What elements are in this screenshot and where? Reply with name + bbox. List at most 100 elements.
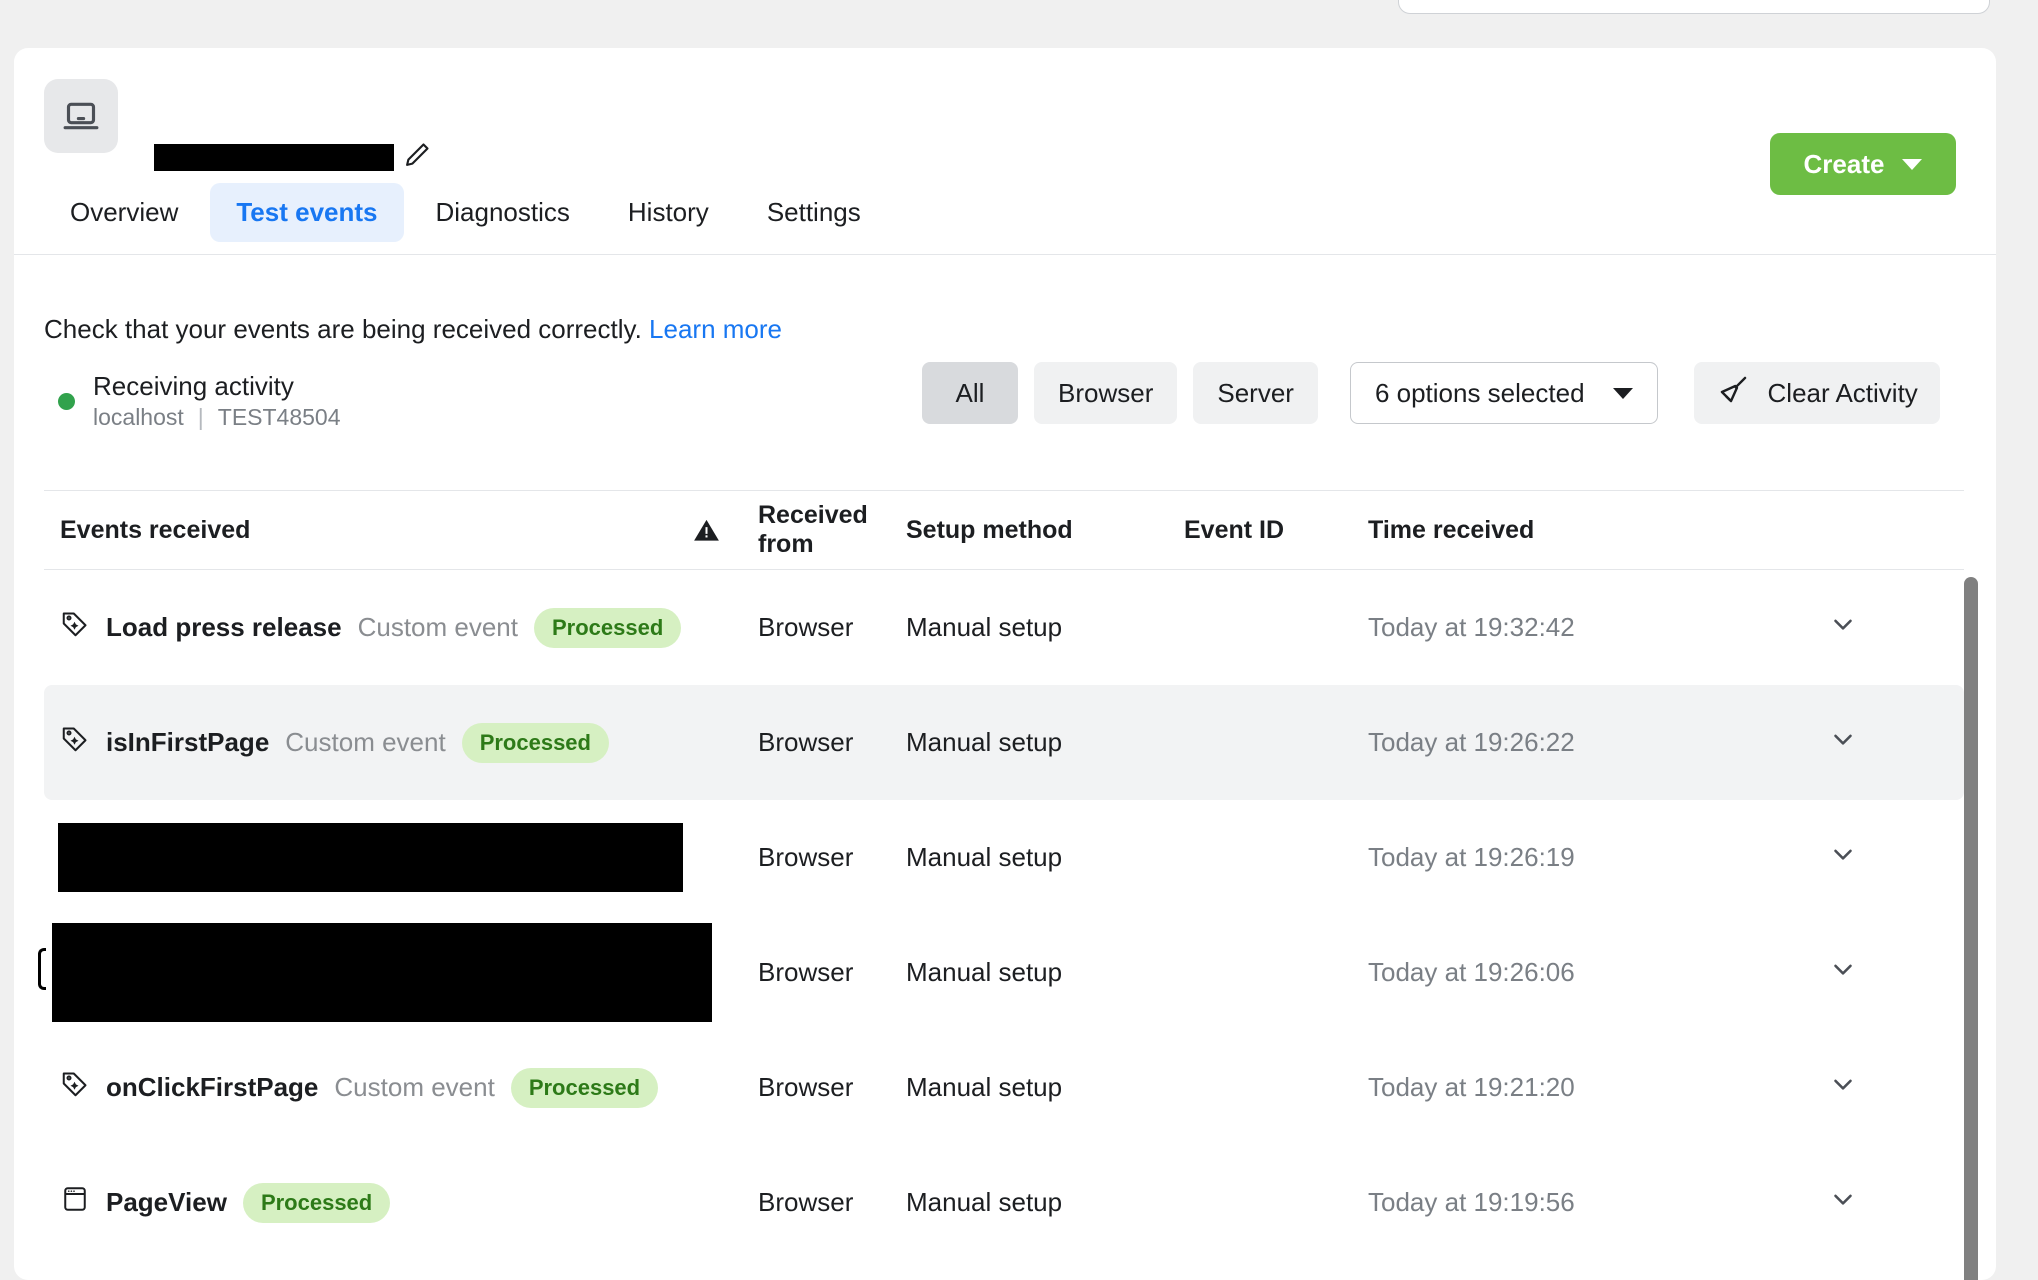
event-name-cell: onClickFirstPage Custom event Processed: [44, 1067, 659, 1108]
status-badge: Processed: [510, 1067, 659, 1108]
setup-method-value: Manual setup: [906, 957, 1063, 987]
time-received-value: Today at 19:21:20: [1368, 1072, 1575, 1102]
chevron-down-icon[interactable]: [1828, 839, 1858, 876]
options-select-dropdown[interactable]: 6 options selected: [1349, 362, 1658, 424]
received-from-value: Browser: [758, 842, 854, 872]
time-received-value: Today at 19:19:56: [1368, 1187, 1575, 1217]
time-received-value: Today at 19:26:19: [1368, 842, 1575, 872]
row-expand-toggle[interactable]: [1788, 839, 1964, 876]
received-from-value: Browser: [758, 957, 854, 987]
chevron-down-icon[interactable]: [1828, 1184, 1858, 1221]
event-name-cell: Load press release Custom event Processed: [44, 607, 682, 648]
card-header: Create Overview Test events Diagnostics …: [14, 48, 1996, 255]
time-received-value: Today at 19:26:06: [1368, 957, 1575, 987]
received-from-value: Browser: [758, 1072, 854, 1102]
row-expand-toggle[interactable]: [1788, 1069, 1964, 1106]
tab-settings[interactable]: Settings: [741, 183, 887, 242]
event-name-redacted: [52, 923, 712, 1022]
header-time-received: Time received: [1368, 515, 1535, 544]
table-row[interactable]: isInFirstPage Custom event Processed Browse…: [44, 685, 1964, 800]
header-received-from-line1: Received: [758, 500, 868, 529]
status-badge: Processed: [533, 607, 682, 648]
clear-activity-label: Clear Activity: [1767, 377, 1918, 408]
event-name: isInFirstPage: [106, 727, 270, 757]
warning-triangle-icon: [654, 517, 758, 544]
event-name-cell: [44, 823, 683, 892]
tag-icon: [60, 724, 90, 761]
event-name-redacted: [58, 823, 683, 892]
event-type: Custom event: [334, 1072, 495, 1102]
chevron-down-icon[interactable]: [1828, 1069, 1858, 1106]
tab-overview[interactable]: Overview: [44, 183, 204, 242]
chevron-down-icon[interactable]: [1828, 724, 1858, 761]
tab-test-events[interactable]: Test events: [210, 183, 404, 242]
event-name-cell: PageView Processed: [44, 1182, 654, 1223]
filter-server-button[interactable]: Server: [1193, 362, 1318, 424]
partial-card-above: [1398, 0, 1990, 14]
chevron-down-icon[interactable]: [1828, 954, 1858, 991]
event-type: Custom event: [357, 612, 518, 642]
event-name: PageView: [106, 1187, 227, 1217]
header-setup-method: Setup method: [906, 515, 1073, 544]
table-row[interactable]: Browser Manual setup Today at 19:26:06: [38, 915, 1964, 1030]
clear-activity-button[interactable]: Clear Activity: [1693, 362, 1940, 424]
pencil-icon[interactable]: [402, 140, 432, 170]
intro-sentence: Check that your events are being receive…: [44, 314, 642, 344]
event-name: Load press release: [106, 612, 342, 642]
tab-bar: Overview Test events Diagnostics History…: [44, 183, 887, 242]
chevron-down-icon: [1902, 158, 1923, 170]
setup-method-value: Manual setup: [906, 842, 1063, 872]
event-type: Custom event: [285, 727, 446, 757]
time-received-value: Today at 19:32:42: [1368, 612, 1575, 642]
row-expand-toggle[interactable]: [1788, 1184, 1964, 1221]
received-from-value: Browser: [758, 612, 854, 642]
options-select-value: 6 options selected: [1374, 377, 1585, 408]
status-subtitle: localhost | TEST48504: [93, 403, 341, 432]
vertical-scrollbar[interactable]: [1964, 577, 1978, 1280]
tag-icon: [60, 1069, 90, 1106]
header-events-received: Events received: [60, 515, 251, 544]
table-header-row: Events received Received from Setup meth…: [44, 490, 1964, 570]
header-received-from-line2: from: [758, 530, 814, 558]
tab-diagnostics[interactable]: Diagnostics: [410, 183, 596, 242]
setup-method-value: Manual setup: [906, 612, 1063, 642]
filter-controls: All Browser Server 6 options selected Cl…: [922, 362, 1940, 424]
page-background-strip: [0, 0, 2038, 28]
events-table: Events received Received from Setup meth…: [38, 490, 1964, 1260]
table-row[interactable]: PageView Processed Browser Manual setup Toda…: [44, 1145, 1964, 1260]
status-dot-icon: [58, 392, 75, 410]
table-row[interactable]: Browser Manual setup Today at 19:26:19: [44, 800, 1964, 915]
table-row[interactable]: onClickFirstPage Custom event Processed Bro…: [44, 1030, 1964, 1145]
status-source: localhost: [93, 404, 184, 431]
tag-icon: [60, 609, 90, 646]
setup-method-value: Manual setup: [906, 1187, 1063, 1217]
tab-history[interactable]: History: [602, 183, 735, 242]
row-expand-toggle[interactable]: [1788, 724, 1964, 761]
filter-browser-button[interactable]: Browser: [1034, 362, 1178, 424]
received-from-value: Browser: [758, 727, 854, 757]
test-events-card: Create Overview Test events Diagnostics …: [14, 48, 1996, 1280]
status-title: Receiving activity: [93, 371, 294, 401]
laptop-icon: [44, 79, 118, 153]
chevron-down-icon[interactable]: [1828, 609, 1858, 646]
table-row[interactable]: Load press release Custom event Processed B…: [44, 570, 1964, 685]
broom-icon: [1716, 373, 1750, 414]
redaction-notch: [38, 948, 46, 990]
page-title-redacted: [154, 144, 394, 171]
status-test-id: TEST48504: [217, 404, 341, 431]
time-received-value: Today at 19:26:22: [1368, 727, 1575, 757]
filter-all-button[interactable]: All: [922, 362, 1018, 424]
row-expand-toggle[interactable]: [1788, 609, 1964, 646]
status-badge: Processed: [461, 722, 609, 763]
learn-more-link[interactable]: Learn more: [649, 314, 782, 344]
header-received-from: Received from: [758, 501, 906, 560]
event-name: onClickFirstPage: [106, 1072, 319, 1102]
event-name-cell: [38, 923, 712, 1022]
header-event-id: Event ID: [1184, 515, 1285, 544]
status-badge: Processed: [242, 1182, 391, 1223]
received-from-value: Browser: [758, 1187, 854, 1217]
create-button[interactable]: Create: [1770, 133, 1956, 195]
setup-method-value: Manual setup: [906, 1072, 1063, 1102]
status-separator: |: [197, 404, 204, 431]
row-expand-toggle[interactable]: [1788, 954, 1964, 991]
